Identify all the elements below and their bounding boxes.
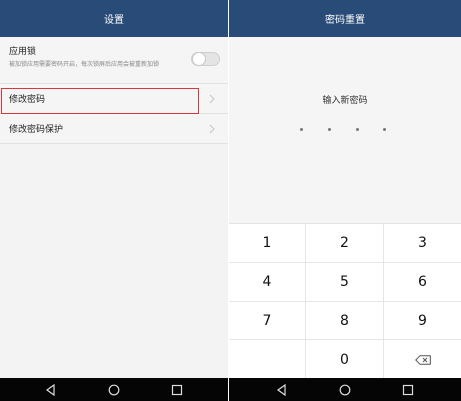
nav-recents-icon[interactable] (396, 380, 420, 400)
number-keypad: 1 2 3 4 5 6 7 8 9 0 (229, 223, 461, 379)
key-9[interactable]: 9 (384, 302, 461, 339)
navigation-bar (229, 378, 461, 401)
key-3[interactable]: 3 (384, 224, 461, 262)
backspace-key[interactable] (384, 340, 461, 379)
app-lock-row: 应用锁 被加锁应用需要密码开启，每次锁屏后应用会被重新加锁 (0, 37, 228, 84)
password-dot (328, 128, 331, 131)
key-8[interactable]: 8 (306, 302, 383, 339)
chevron-right-icon (209, 94, 215, 103)
password-reset-title: 密码重置 (325, 15, 365, 26)
nav-back-icon[interactable] (270, 380, 294, 400)
change-password-protection-row[interactable]: 修改密码保护 (0, 114, 228, 144)
app-lock-description: 被加锁应用需要密码开启，每次锁屏后应用会被重新加锁 (9, 61, 160, 68)
settings-screen: 设置 应用锁 被加锁应用需要密码开启，每次锁屏后应用会被重新加锁 修改密码 修改… (0, 0, 229, 401)
navigation-bar (0, 378, 228, 401)
app-lock-toggle[interactable] (191, 52, 220, 66)
new-password-prompt: 输入新密码 (322, 96, 368, 106)
nav-back-icon[interactable] (39, 380, 63, 400)
app-lock-title: 应用锁 (9, 47, 37, 57)
key-7[interactable]: 7 (229, 302, 305, 339)
password-dots (229, 128, 461, 132)
change-password-label: 修改密码 (9, 95, 46, 105)
settings-title: 设置 (104, 15, 124, 26)
backspace-icon (414, 354, 431, 365)
nav-recents-icon[interactable] (165, 380, 189, 400)
settings-header: 设置 (0, 0, 228, 37)
password-dot (300, 128, 303, 131)
nav-home-icon[interactable] (102, 380, 126, 400)
password-dot (356, 128, 359, 131)
password-reset-screen: 密码重置 输入新密码 1 2 3 4 5 6 7 8 9 0 (229, 0, 461, 401)
nav-home-icon[interactable] (333, 380, 357, 400)
change-password-row[interactable]: 修改密码 (0, 84, 228, 114)
password-dot (383, 128, 386, 131)
toggle-knob (192, 52, 206, 66)
key-2[interactable]: 2 (306, 224, 383, 262)
key-0[interactable]: 0 (306, 340, 383, 379)
key-5[interactable]: 5 (306, 263, 383, 301)
change-password-protection-label: 修改密码保护 (9, 125, 64, 135)
key-4[interactable]: 4 (229, 263, 305, 301)
key-1[interactable]: 1 (229, 224, 305, 262)
password-reset-header: 密码重置 (229, 0, 461, 37)
chevron-right-icon (209, 124, 215, 133)
key-6[interactable]: 6 (384, 263, 461, 301)
